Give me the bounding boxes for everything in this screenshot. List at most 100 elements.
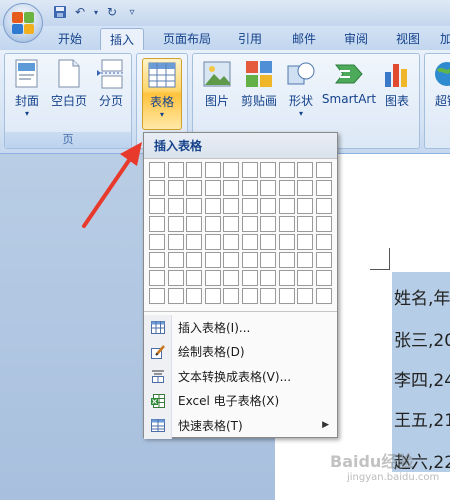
grid-cell[interactable] [241,216,258,232]
grid-cell[interactable] [186,252,202,268]
grid-cell[interactable] [241,270,258,286]
tab-view[interactable]: 视图 [386,28,430,50]
grid-cell[interactable] [278,180,295,196]
grid-cell[interactable] [204,216,221,232]
grid-cell[interactable] [297,198,313,214]
grid-cell[interactable] [204,288,221,304]
grid-cell[interactable] [315,162,332,178]
grid-cell[interactable] [278,270,295,286]
grid-cell[interactable] [260,288,276,304]
grid-cell[interactable] [149,288,165,304]
table-size-grid[interactable] [148,161,334,307]
menu-item-text-to-table[interactable]: 文本转换成表格(V)... [144,364,337,389]
grid-cell[interactable] [315,288,332,304]
grid-cell[interactable] [204,180,221,196]
grid-cell[interactable] [241,288,258,304]
grid-cell[interactable] [278,252,295,268]
grid-cell[interactable] [241,180,258,196]
doc-line[interactable]: 王五,21 [394,406,450,431]
grid-cell[interactable] [204,270,221,286]
grid-cell[interactable] [315,216,332,232]
menu-item-draw-table[interactable]: 绘制表格(D) [144,340,337,365]
grid-cell[interactable] [149,252,165,268]
undo-icon[interactable]: ↶ [72,4,88,20]
chart-button[interactable]: 图表 [377,58,417,124]
grid-cell[interactable] [149,198,165,214]
page-break-button[interactable]: 分页 [91,58,131,124]
grid-cell[interactable] [278,234,295,250]
grid-cell[interactable] [167,252,184,268]
undo-dropdown-icon[interactable]: ▾ [88,4,104,20]
grid-cell[interactable] [167,216,184,232]
menu-item-insert-table[interactable]: 插入表格(I)... [144,315,337,340]
grid-cell[interactable] [223,252,239,268]
grid-cell[interactable] [297,270,313,286]
doc-line[interactable]: 张三,20 [394,326,450,351]
grid-cell[interactable] [260,198,276,214]
doc-line[interactable]: 姓名,年 [394,284,450,309]
grid-cell[interactable] [297,162,313,178]
grid-cell[interactable] [260,234,276,250]
tab-insert[interactable]: 插入 [100,28,144,50]
grid-cell[interactable] [260,270,276,286]
grid-cell[interactable] [223,288,239,304]
grid-cell[interactable] [186,270,202,286]
grid-cell[interactable] [223,180,239,196]
grid-cell[interactable] [315,252,332,268]
grid-cell[interactable] [186,162,202,178]
hyperlink-button[interactable]: 超链 [427,58,450,124]
grid-cell[interactable] [204,252,221,268]
grid-cell[interactable] [223,270,239,286]
cover-page-button[interactable]: 封面 ▾ [7,58,47,124]
grid-cell[interactable] [167,180,184,196]
grid-cell[interactable] [186,288,202,304]
grid-cell[interactable] [278,216,295,232]
grid-cell[interactable] [241,198,258,214]
grid-cell[interactable] [186,180,202,196]
grid-cell[interactable] [204,198,221,214]
grid-cell[interactable] [260,162,276,178]
grid-cell[interactable] [167,162,184,178]
grid-cell[interactable] [149,162,165,178]
grid-cell[interactable] [315,180,332,196]
office-button[interactable] [3,3,43,43]
grid-cell[interactable] [260,180,276,196]
grid-cell[interactable] [297,252,313,268]
grid-cell[interactable] [186,198,202,214]
grid-cell[interactable] [278,288,295,304]
grid-cell[interactable] [297,180,313,196]
grid-cell[interactable] [278,198,295,214]
grid-cell[interactable] [167,198,184,214]
grid-cell[interactable] [167,288,184,304]
grid-cell[interactable] [204,234,221,250]
grid-cell[interactable] [149,270,165,286]
grid-cell[interactable] [315,234,332,250]
grid-cell[interactable] [315,198,332,214]
grid-cell[interactable] [186,216,202,232]
grid-cell[interactable] [223,198,239,214]
tab-page-layout[interactable]: 页面布局 [156,28,218,50]
menu-item-excel-spreadsheet[interactable]: Excel 电子表格(X) [144,389,337,414]
grid-cell[interactable] [260,216,276,232]
grid-cell[interactable] [315,270,332,286]
customize-qat-icon[interactable]: ▿ [124,4,140,20]
tab-addins[interactable]: 加 [436,28,450,50]
grid-cell[interactable] [241,252,258,268]
menu-item-quick-tables[interactable]: 快速表格(T) ▶ [144,413,337,438]
doc-line[interactable]: 李四,24 [394,366,450,391]
tab-references[interactable]: 引用 [228,28,272,50]
clip-art-button[interactable]: 剪贴画 [239,58,279,124]
grid-cell[interactable] [260,252,276,268]
grid-cell[interactable] [149,216,165,232]
grid-cell[interactable] [167,234,184,250]
grid-cell[interactable] [278,162,295,178]
picture-button[interactable]: 图片 [197,58,237,124]
grid-cell[interactable] [167,270,184,286]
grid-cell[interactable] [241,162,258,178]
tab-review[interactable]: 审阅 [334,28,378,50]
grid-cell[interactable] [223,162,239,178]
grid-cell[interactable] [223,216,239,232]
table-button[interactable]: 表格 ▾ [142,58,182,130]
smartart-button[interactable]: SmartArt [321,58,377,124]
tab-home[interactable]: 开始 [48,28,92,50]
